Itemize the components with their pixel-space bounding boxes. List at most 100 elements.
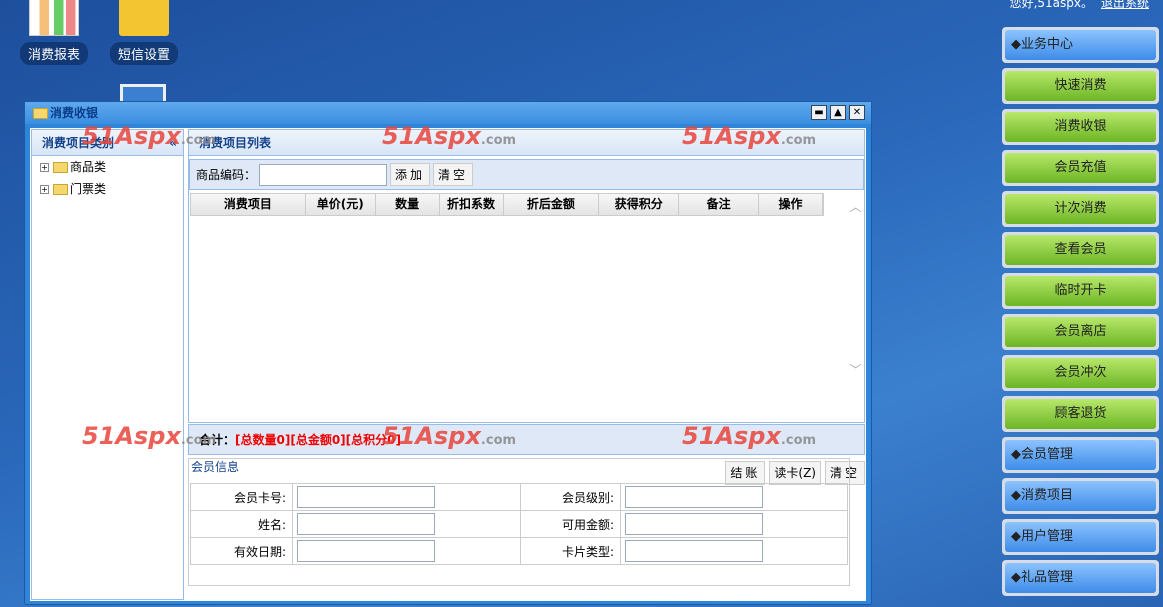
field-cell	[292, 483, 521, 511]
envelope-gear-icon	[119, 0, 169, 36]
member-row: 会员卡号: 会员级别:	[190, 483, 848, 511]
sidebar: ◆业务中心快速消费消费收银会员充值计次消费查看会员临时开卡会员离店会员冲次顾客退…	[1002, 27, 1159, 601]
logout-link[interactable]: 退出系统	[1101, 0, 1149, 10]
sidebar-item-label: ◆礼品管理	[1005, 563, 1156, 593]
tree-node-label: 门票类	[70, 182, 107, 196]
minimize-button[interactable]: ▬	[811, 105, 827, 120]
item-list-header: 消费项目列表	[189, 130, 864, 156]
desktop-icon-label: 短信设置	[109, 42, 178, 65]
field-label: 会员级别:	[520, 483, 621, 511]
window-titlebar[interactable]: 消费收银	[25, 102, 871, 124]
tree-node-tickets[interactable]: + 门票类	[32, 178, 183, 200]
sidebar-item[interactable]: 计次消费	[1002, 191, 1159, 227]
sidebar-item[interactable]: 会员冲次	[1002, 355, 1159, 391]
column-header[interactable]: 折后金额	[504, 194, 600, 215]
sidebar-item[interactable]: ◆会员管理	[1002, 437, 1159, 473]
sidebar-item-label: 会员离店	[1005, 317, 1156, 347]
total-amount: [总金额0]	[290, 433, 346, 447]
field-cell	[292, 537, 521, 565]
toolbar: 商品编码： 添加 清空	[189, 159, 864, 190]
member-field-input[interactable]	[297, 540, 435, 562]
sidebar-item[interactable]: 会员充值	[1002, 150, 1159, 186]
total-points: [总积分0]	[345, 433, 401, 447]
panel-title: 消费项目类别	[42, 136, 115, 150]
field-cell	[292, 510, 521, 538]
column-header[interactable]: 获得积分	[599, 194, 680, 215]
member-field-input[interactable]	[625, 486, 763, 508]
sidebar-item-label: ◆会员管理	[1005, 440, 1156, 470]
folder-icon	[53, 162, 68, 173]
field-label: 有效日期:	[190, 537, 293, 565]
field-cell	[620, 537, 848, 565]
sidebar-item[interactable]: ◆业务中心	[1002, 27, 1159, 63]
sidebar-item[interactable]: 查看会员	[1002, 232, 1159, 268]
clear-button[interactable]: 清空	[433, 163, 474, 186]
sidebar-item[interactable]: 消费收银	[1002, 109, 1159, 145]
cashier-window: 消费收银 ▬ ▲ ✕ 消费项目类别 « + 商品类 + 门票类 消费项目列表 商品编码： …	[24, 101, 872, 605]
member-field-input[interactable]	[297, 513, 435, 535]
sidebar-item-label: ◆业务中心	[1005, 30, 1156, 60]
column-header[interactable]: 备注	[679, 194, 760, 215]
sidebar-item-label: ◆用户管理	[1005, 522, 1156, 552]
column-header[interactable]: 消费项目	[191, 194, 306, 215]
sidebar-item[interactable]: ◆用户管理	[1002, 519, 1159, 555]
sidebar-item-label: 快速消费	[1005, 71, 1156, 101]
member-info-legend: 会员信息	[191, 460, 240, 474]
column-header[interactable]: 数量	[376, 194, 440, 215]
desktop-icon-sms[interactable]: 短信设置	[104, 0, 184, 65]
folder-icon	[53, 184, 68, 195]
add-button[interactable]: 添加	[390, 163, 431, 186]
column-header[interactable]: 折扣系数	[440, 194, 504, 215]
desktop-icon-report[interactable]: 消费报表	[14, 0, 94, 65]
sidebar-item-label: 临时开卡	[1005, 276, 1156, 306]
window-title: 消费收银	[50, 106, 99, 120]
total-qty: [总数量0]	[235, 433, 291, 447]
sidebar-item-label: 计次消费	[1005, 194, 1156, 224]
scrollbar[interactable]: ︿ ﹀	[848, 198, 863, 420]
product-code-input[interactable]	[259, 163, 388, 186]
sidebar-item[interactable]: 会员离店	[1002, 314, 1159, 350]
summary-label: 合计：	[199, 433, 236, 447]
scroll-up-icon[interactable]: ︿	[848, 198, 863, 215]
field-cell	[620, 510, 848, 538]
expand-icon[interactable]: +	[40, 185, 49, 194]
sidebar-item[interactable]: 顾客退货	[1002, 396, 1159, 432]
sidebar-item-label: 查看会员	[1005, 235, 1156, 265]
maximize-button[interactable]: ▲	[830, 105, 846, 120]
member-field-input[interactable]	[297, 486, 435, 508]
column-header[interactable]: 操作	[759, 194, 824, 215]
top-bar: 您好,51aspx。 退出系统	[1010, 0, 1149, 11]
code-label: 商品编码：	[196, 168, 257, 182]
sidebar-item-label: 顾客退货	[1005, 399, 1156, 429]
collapse-button[interactable]: «	[169, 130, 177, 156]
field-label: 卡片类型:	[520, 537, 621, 565]
member-row: 姓名: 可用金额:	[190, 510, 848, 538]
bar-chart-icon	[29, 0, 79, 36]
member-row: 有效日期: 卡片类型:	[190, 537, 848, 565]
field-cell	[620, 483, 848, 511]
sidebar-item-label: 消费收银	[1005, 112, 1156, 142]
sidebar-item[interactable]: ◆礼品管理	[1002, 560, 1159, 596]
tree-node-goods[interactable]: + 商品类	[32, 156, 183, 178]
sidebar-item-label: 会员冲次	[1005, 358, 1156, 388]
sidebar-item-label: 会员充值	[1005, 153, 1156, 183]
folder-icon	[33, 108, 48, 119]
field-label: 姓名:	[190, 510, 293, 538]
member-field-input[interactable]	[625, 513, 763, 535]
sidebar-item[interactable]: 临时开卡	[1002, 273, 1159, 309]
close-button[interactable]: ✕	[849, 105, 865, 120]
expand-icon[interactable]: +	[40, 163, 49, 172]
field-label: 会员卡号:	[190, 483, 293, 511]
category-panel-header: 消费项目类别 «	[32, 130, 183, 156]
desktop-icon-label: 消费报表	[19, 42, 88, 65]
sidebar-item[interactable]: 快速消费	[1002, 68, 1159, 104]
category-panel: 消费项目类别 « + 商品类 + 门票类	[31, 129, 184, 600]
tree-node-label: 商品类	[70, 160, 107, 174]
member-field-input[interactable]	[625, 540, 763, 562]
column-header[interactable]: 单价(元)	[306, 194, 376, 215]
sidebar-item[interactable]: ◆消费项目	[1002, 478, 1159, 514]
summary-bar: 合计：[总数量0][总金额0][总积分0]	[188, 424, 865, 455]
sidebar-item-label: ◆消费项目	[1005, 481, 1156, 511]
item-list-panel: 消费项目列表 商品编码： 添加 清空 消费项目 单价(元) 数量 折扣系数 折后金额 获得…	[188, 129, 865, 455]
scroll-down-icon[interactable]: ﹀	[848, 361, 863, 378]
